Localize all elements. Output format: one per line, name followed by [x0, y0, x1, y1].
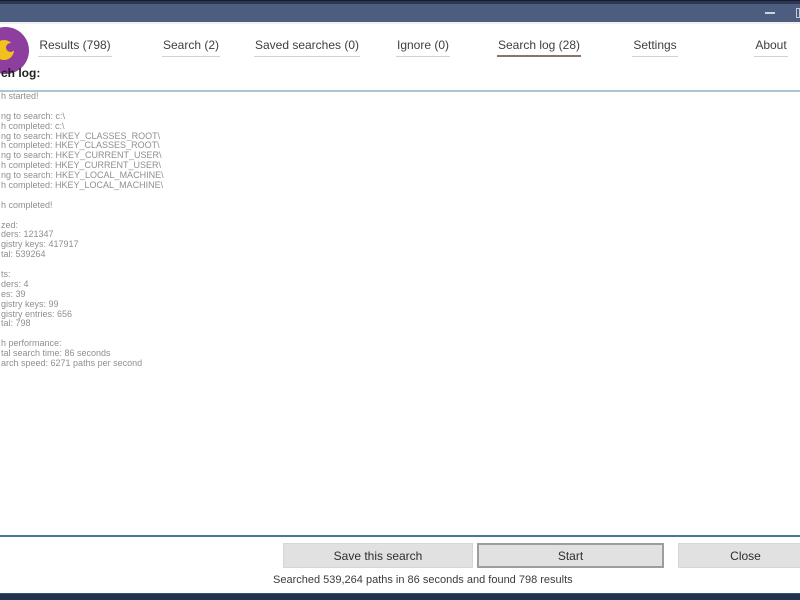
log-line: ng to search: c:\	[1, 111, 66, 121]
tab-about[interactable]: About	[713, 38, 800, 64]
log-line: ders: 121347	[1, 230, 54, 240]
page-title: ch log:	[1, 66, 41, 80]
log-line: h completed: c:\	[1, 121, 65, 131]
log-line: h completed: HKEY_CURRENT_USER\	[1, 161, 162, 171]
log-line: ts:	[1, 270, 11, 280]
log-line: zed:	[1, 220, 19, 230]
status-text: Searched 539,264 paths in 86 seconds and…	[273, 574, 573, 586]
log-line: h started!	[1, 92, 39, 101]
tab-ignore[interactable]: Ignore (0)	[365, 38, 481, 64]
log-line: es: 39	[1, 289, 26, 299]
start-button[interactable]: Start	[477, 543, 664, 568]
log-line: ders: 4	[1, 279, 29, 289]
minimize-button[interactable]	[757, 4, 783, 22]
bottom-bar	[0, 593, 800, 600]
tab-search[interactable]: Search (2)	[133, 38, 249, 64]
search-log-panel[interactable]: h started! ng to search: c:\ h completed…	[0, 90, 800, 537]
close-button[interactable]: Close	[678, 543, 800, 568]
log-line: gistry entries: 656	[1, 309, 73, 319]
log-line: h completed: HKEY_CLASSES_ROOT\	[1, 141, 160, 151]
log-line: gistry keys: 417917	[1, 240, 79, 250]
tab-bar: Results (798) Search (2) Saved searches …	[17, 38, 800, 64]
log-line: ng to search: HKEY_CLASSES_ROOT\	[1, 131, 161, 141]
log-line: gistry keys: 99	[1, 299, 59, 309]
log-line: tal: 539264	[1, 250, 46, 260]
save-this-search-button[interactable]: Save this search	[283, 543, 473, 568]
log-line: arch speed: 6271 paths per second	[1, 359, 143, 369]
tab-saved-searches[interactable]: Saved searches (0)	[249, 38, 365, 64]
minimize-icon	[765, 12, 775, 14]
tab-results[interactable]: Results (798)	[17, 38, 133, 64]
tab-search-log[interactable]: Search log (28)	[481, 38, 597, 64]
log-line: h completed: HKEY_LOCAL_MACHINE\	[1, 181, 164, 191]
log-line: h performance:	[1, 339, 62, 349]
log-line: ng to search: HKEY_LOCAL_MACHINE\	[1, 171, 164, 181]
maximize-button[interactable]	[788, 4, 800, 22]
log-line: tal: 798	[1, 319, 31, 329]
title-bar-bottom-line	[0, 22, 800, 24]
maximize-icon	[796, 8, 800, 18]
log-line: tal search time: 86 seconds	[1, 349, 111, 359]
tab-settings[interactable]: Settings	[597, 38, 713, 64]
title-bar	[0, 4, 800, 22]
app-logo-notch	[6, 43, 15, 52]
log-line: h completed!	[1, 200, 53, 210]
log-line: ng to search: HKEY_CURRENT_USER\	[1, 151, 162, 161]
footer-separator	[0, 535, 800, 537]
